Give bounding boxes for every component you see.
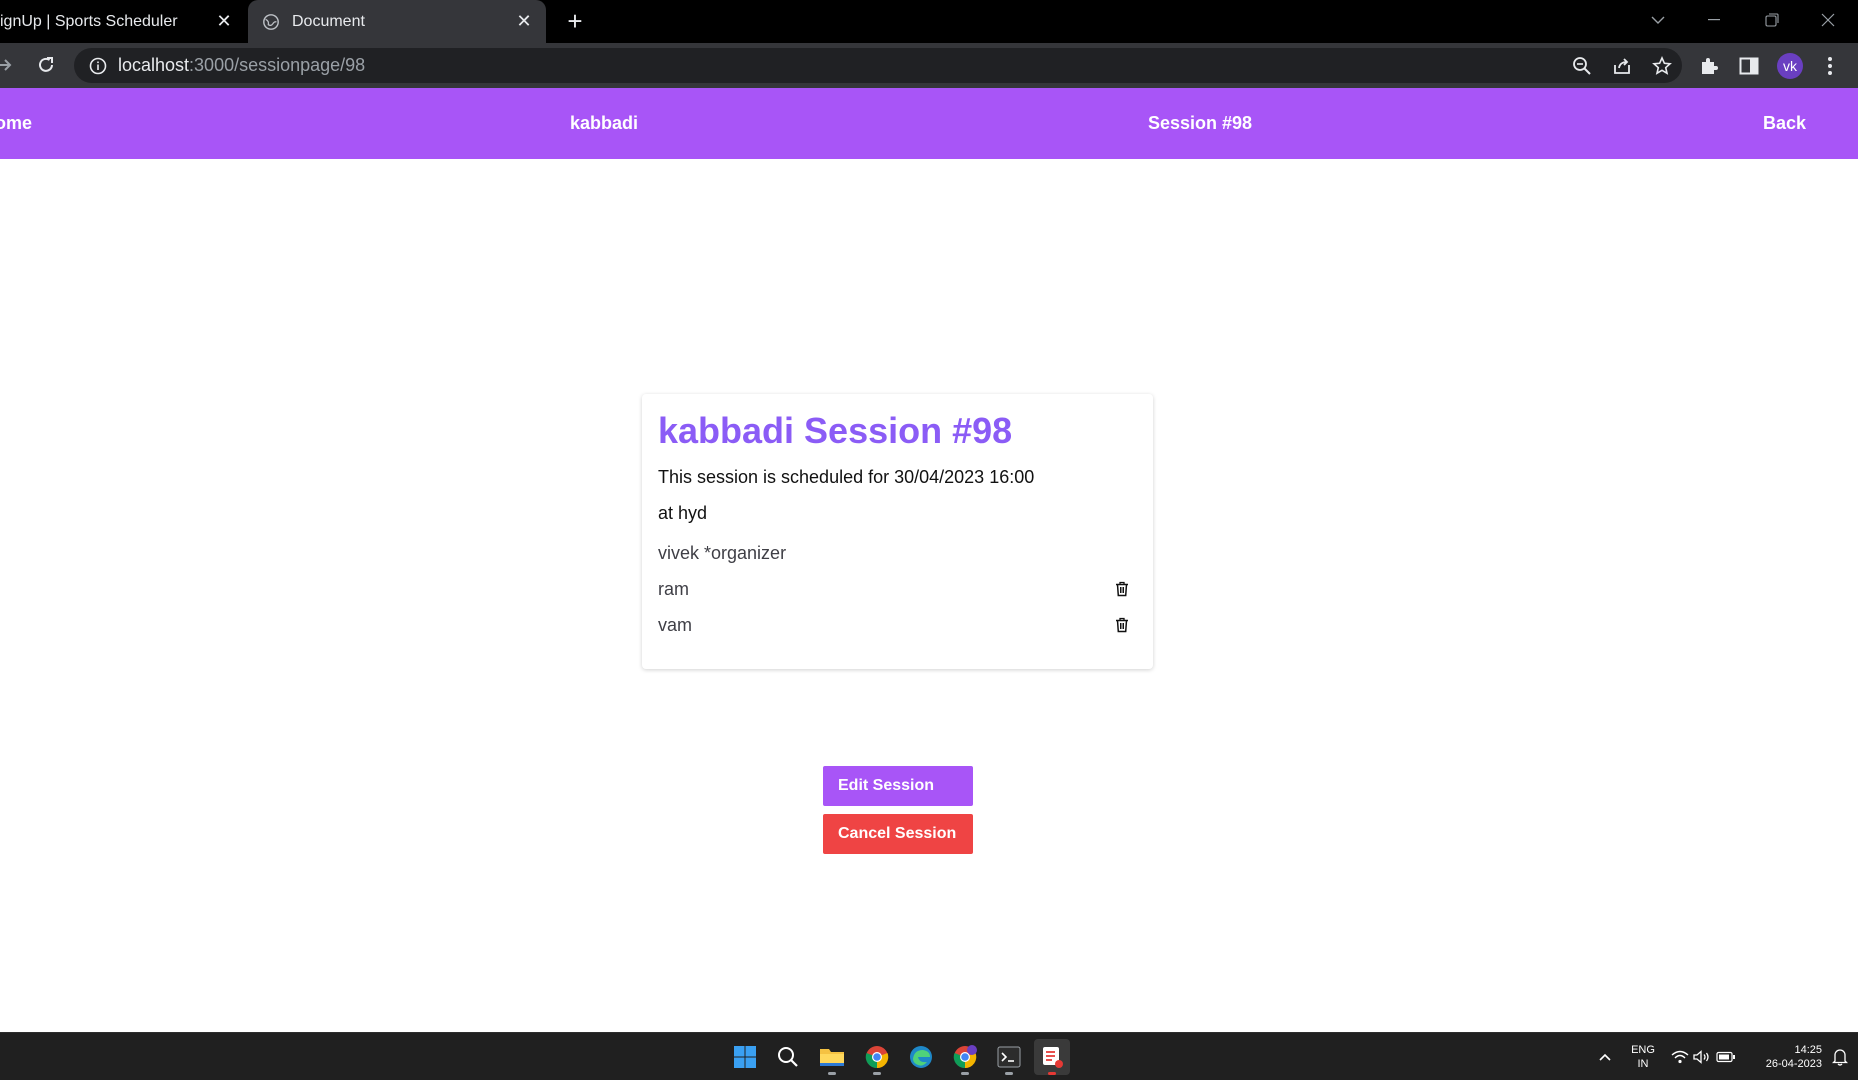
windows-start-icon[interactable]	[727, 1039, 763, 1075]
lang-code: ENG	[1631, 1044, 1655, 1056]
running-indicator	[873, 1072, 881, 1075]
zoom-icon[interactable]	[1562, 48, 1602, 83]
chrome-profile-icon[interactable]	[947, 1039, 983, 1075]
avatar: vk	[1777, 53, 1803, 79]
site-info-icon[interactable]	[88, 56, 108, 76]
nav-session-link[interactable]: Session #98	[1148, 88, 1252, 159]
clock-date: 26-04-2023	[1765, 1058, 1822, 1070]
url-path: :3000/sessionpage/98	[189, 55, 366, 75]
trash-icon[interactable]	[1111, 614, 1133, 636]
os-taskbar: ENG IN 14:25 26-04-2023	[0, 1032, 1858, 1080]
url-host: localhost	[118, 55, 190, 75]
clock-time: 14:25	[1794, 1044, 1822, 1056]
battery-icon[interactable]	[1708, 1039, 1744, 1075]
session-venue: at hyd	[658, 503, 708, 523]
running-indicator	[1005, 1072, 1013, 1075]
tab-document[interactable]: Document ✕	[248, 0, 546, 43]
browser-tabstrip: ignUp | Sports Scheduler ✕ Document ✕ +	[0, 0, 1858, 43]
running-indicator	[828, 1072, 836, 1075]
system-clock[interactable]: 14:25 26-04-2023	[1742, 1043, 1822, 1071]
player-item: ram	[658, 578, 1137, 614]
browser-menu-icon[interactable]	[1813, 49, 1847, 83]
player-name: vivek *organizer	[658, 543, 787, 563]
cancel-session-button[interactable]: Cancel Session	[823, 814, 973, 854]
close-window-icon[interactable]	[1808, 0, 1848, 40]
chrome-icon[interactable]	[859, 1039, 895, 1075]
session-title: kabbadi Session #98	[658, 410, 1013, 451]
player-name: vam	[658, 615, 693, 635]
running-indicator	[961, 1072, 969, 1075]
extensions-icon[interactable]	[1692, 49, 1726, 83]
nav-back-link[interactable]: Back	[1763, 88, 1806, 159]
tab-title: ignUp | Sports Scheduler	[0, 12, 178, 30]
nav-home-link[interactable]: lome	[0, 88, 32, 159]
player-item: vam	[658, 614, 1137, 650]
reload-icon[interactable]	[30, 49, 62, 81]
forward-icon[interactable]	[0, 49, 20, 81]
close-tab-icon[interactable]: ✕	[510, 8, 538, 36]
browser-toolbar: localhost:3000/sessionpage/98 vk	[0, 43, 1858, 88]
app-navbar: lome kabbadi Session #98 Back	[0, 88, 1858, 159]
edit-session-button[interactable]: Edit Session	[823, 766, 973, 806]
running-indicator	[1048, 1072, 1056, 1075]
taskbar-search-icon[interactable]	[770, 1039, 806, 1075]
snipping-tool-icon[interactable]	[1034, 1039, 1070, 1075]
new-tab-button[interactable]: +	[560, 6, 590, 36]
notification-icon[interactable]	[1822, 1039, 1858, 1075]
chevron-up-icon[interactable]	[1587, 1039, 1623, 1075]
player-list: vivek *organizer ram vam	[658, 542, 1137, 650]
tab-title: Document	[292, 12, 365, 30]
tab-signup[interactable]: ignUp | Sports Scheduler ✕	[0, 0, 246, 43]
language-indicator[interactable]: ENG IN	[1628, 1043, 1658, 1071]
bookmark-star-icon[interactable]	[1642, 48, 1682, 83]
url-text: localhost:3000/sessionpage/98	[118, 55, 365, 76]
address-bar[interactable]: localhost:3000/sessionpage/98	[74, 48, 1682, 83]
profile-button[interactable]: vk	[1773, 49, 1807, 83]
nav-sport-link[interactable]: kabbadi	[570, 88, 638, 159]
minimize-icon[interactable]	[1694, 0, 1734, 40]
globe-icon	[263, 13, 279, 30]
restore-icon[interactable]	[1752, 0, 1792, 40]
tab-search-icon[interactable]	[1638, 0, 1678, 40]
trash-icon[interactable]	[1111, 578, 1133, 600]
player-item: vivek *organizer	[658, 542, 1137, 578]
session-schedule: This session is scheduled for 30/04/2023…	[658, 467, 1035, 487]
player-name: ram	[658, 579, 689, 599]
side-panel-icon[interactable]	[1732, 49, 1766, 83]
terminal-icon[interactable]	[991, 1039, 1027, 1075]
file-explorer-icon[interactable]	[814, 1039, 850, 1075]
edge-icon[interactable]	[903, 1039, 939, 1075]
session-card: kabbadi Session #98 This session is sche…	[642, 394, 1153, 669]
share-icon[interactable]	[1602, 48, 1642, 83]
lang-region: IN	[1637, 1058, 1649, 1070]
close-tab-icon[interactable]: ✕	[210, 8, 238, 36]
